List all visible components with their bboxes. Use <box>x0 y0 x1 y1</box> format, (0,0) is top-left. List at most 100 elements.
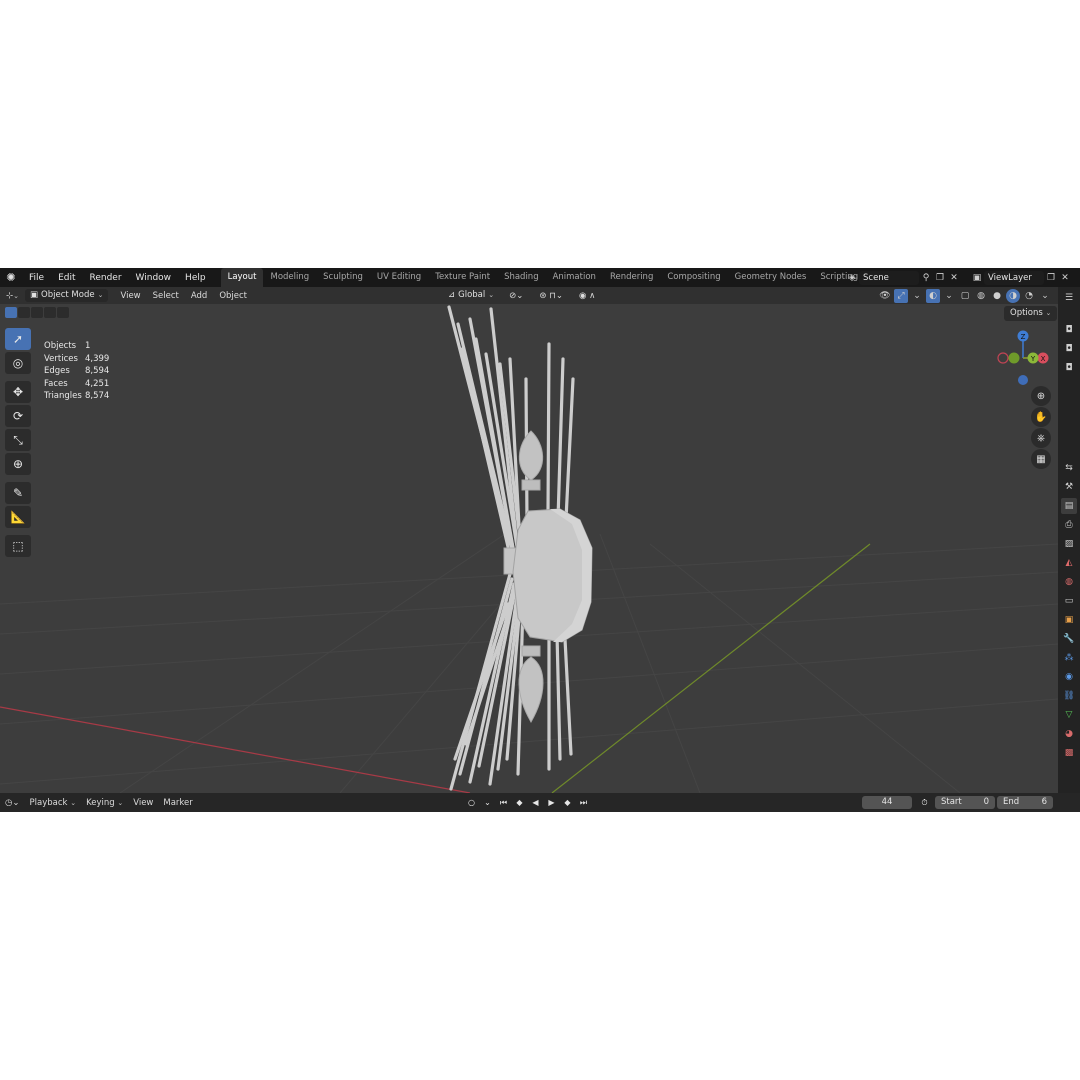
visibility-icon[interactable]: 👁 <box>878 289 892 303</box>
jump-end-icon[interactable]: ⏭ <box>577 796 590 809</box>
orientation-dropdown[interactable]: ⊿ Global ⌄ <box>443 289 499 302</box>
outliner-icon[interactable]: ☰ <box>1061 290 1077 306</box>
solid-shading-icon[interactable]: ● <box>990 289 1004 303</box>
tab-animation[interactable]: Animation <box>546 268 603 287</box>
scene-selector[interactable]: ◈ Scene ⚲ ❐ ✕ <box>845 270 963 285</box>
view-layer-icon[interactable]: ▨ <box>1061 536 1077 552</box>
pivot-icon[interactable]: ⊘⌄ <box>503 291 529 301</box>
select-subtract-icon[interactable] <box>31 307 43 318</box>
camera-icon[interactable]: ◘ <box>1061 341 1077 357</box>
tab-shading[interactable]: Shading <box>497 268 546 287</box>
menu-timeline-view[interactable]: View <box>128 798 158 808</box>
render-properties-icon[interactable]: ▤ <box>1061 498 1077 514</box>
options-dropdown[interactable]: Options ⌄ <box>1004 306 1058 321</box>
perspective-toggle-icon[interactable]: ▦ <box>1031 449 1051 469</box>
constraint-properties-icon[interactable]: ⛓ <box>1061 688 1077 704</box>
menu-marker[interactable]: Marker <box>158 798 197 808</box>
gizmo-toggle-icon[interactable]: ⤢ <box>894 288 908 303</box>
tool-settings-icon[interactable]: ⚒ <box>1061 479 1077 495</box>
current-frame-field[interactable]: 44 <box>862 796 912 809</box>
menu-playback[interactable]: Playback ⌄ <box>25 798 82 808</box>
tab-texture-paint[interactable]: Texture Paint <box>428 268 497 287</box>
annotate-tool-icon[interactable]: ✎ <box>5 482 31 504</box>
tab-compositing[interactable]: Compositing <box>660 268 727 287</box>
scale-tool-icon[interactable]: ⤡ <box>5 429 31 451</box>
menu-help[interactable]: Help <box>178 273 213 283</box>
material-properties-icon[interactable]: ◕ <box>1061 726 1077 742</box>
snap-icon[interactable]: ⊛ ⊓⌄ <box>533 291 569 301</box>
material-shading-icon[interactable]: ◑ <box>1006 288 1020 303</box>
tab-uv-editing[interactable]: UV Editing <box>370 268 428 287</box>
world-properties-icon[interactable]: ◍ <box>1061 574 1077 590</box>
chevron-down-icon[interactable]: ⌄ <box>942 289 956 303</box>
scene-properties-icon[interactable]: ◭ <box>1061 555 1077 571</box>
menu-keying[interactable]: Keying ⌄ <box>81 798 128 808</box>
object-properties-icon[interactable]: ▣ <box>1061 612 1077 628</box>
menu-add[interactable]: Add <box>185 291 213 301</box>
tab-rendering[interactable]: Rendering <box>603 268 660 287</box>
gizmo-neg-y[interactable] <box>1008 352 1020 364</box>
camera-view-icon[interactable]: ⎈ <box>1031 428 1051 448</box>
add-cube-tool-icon[interactable]: ⬚ <box>5 535 31 557</box>
mode-dropdown[interactable]: ▣ Object Mode ⌄ <box>25 289 109 302</box>
xray-icon[interactable]: ▢ <box>958 289 972 303</box>
chevron-down-icon[interactable]: ⌄ <box>910 289 924 303</box>
rotate-tool-icon[interactable]: ⟳ <box>5 405 31 427</box>
tab-geometry-nodes[interactable]: Geometry Nodes <box>728 268 814 287</box>
pin-icon[interactable]: ⚲ <box>919 271 933 285</box>
select-box-tool-icon[interactable]: ➚ <box>5 328 31 350</box>
cursor-tool-icon[interactable]: ◎ <box>5 352 31 374</box>
menu-render[interactable]: Render <box>83 273 129 283</box>
proportional-edit-icon[interactable]: ◉ ∧ <box>573 291 601 301</box>
close-icon[interactable]: ✕ <box>947 271 961 285</box>
3d-viewport[interactable]: Z X Y ➚ ◎ ✥ ⟳ ⤡ ⊕ ✎ 📐 ⬚ Objects 1 Vertic… <box>0 304 1058 793</box>
play-icon[interactable]: ▶ <box>545 796 558 809</box>
menu-window[interactable]: Window <box>129 273 179 283</box>
menu-object[interactable]: Object <box>213 291 253 301</box>
modifier-properties-icon[interactable]: 🔧 <box>1061 631 1077 647</box>
move-tool-icon[interactable]: ✥ <box>5 381 31 403</box>
camera-icon[interactable]: ◘ <box>1061 322 1077 338</box>
transform-tool-icon[interactable]: ⊕ <box>5 453 31 475</box>
select-intersect-icon[interactable] <box>57 307 69 318</box>
wireframe-shading-icon[interactable]: ◍ <box>974 289 988 303</box>
gizmo-neg-z[interactable] <box>1018 375 1028 385</box>
new-scene-icon[interactable]: ❐ <box>933 271 947 285</box>
chevron-down-icon[interactable]: ⌄ <box>481 796 494 809</box>
physics-properties-icon[interactable]: ◉ <box>1061 669 1077 685</box>
gizmo-neg-x[interactable] <box>997 352 1009 364</box>
editor-type-icon[interactable]: ⊹⌄ <box>0 291 25 301</box>
prev-keyframe-icon[interactable]: ◆ <box>513 796 526 809</box>
stopwatch-icon[interactable]: ⏱ <box>918 796 931 809</box>
particle-properties-icon[interactable]: ⁂ <box>1061 650 1077 666</box>
data-properties-icon[interactable]: ▽ <box>1061 707 1077 723</box>
start-frame-field[interactable]: Start 0 <box>935 796 995 809</box>
output-properties-icon[interactable]: ⎙ <box>1061 517 1077 533</box>
chevron-down-icon[interactable]: ⌄ <box>1038 289 1052 303</box>
play-reverse-icon[interactable]: ◀ <box>529 796 542 809</box>
select-extend-icon[interactable] <box>18 307 30 318</box>
menu-select[interactable]: Select <box>147 291 185 301</box>
viewlayer-selector[interactable]: ▣ ViewLayer ❐ ✕ <box>970 270 1078 285</box>
rendered-shading-icon[interactable]: ◔ <box>1022 289 1036 303</box>
collection-properties-icon[interactable]: ▭ <box>1061 593 1077 609</box>
menu-edit[interactable]: Edit <box>51 273 82 283</box>
toggle-sidebar-icon[interactable]: ⇆ <box>1061 460 1077 476</box>
pan-hand-icon[interactable]: ✋ <box>1031 407 1051 427</box>
overlays-icon[interactable]: ◐ <box>926 288 940 303</box>
new-viewlayer-icon[interactable]: ❐ <box>1044 271 1058 285</box>
zoom-icon[interactable]: ⊕ <box>1031 386 1051 406</box>
record-icon[interactable]: ○ <box>465 796 478 809</box>
timeline-editor-icon[interactable]: ◷⌄ <box>0 798 25 808</box>
camera-icon[interactable]: ◘ <box>1061 360 1077 376</box>
navigation-gizmo[interactable]: Z X Y <box>997 330 1049 386</box>
measure-tool-icon[interactable]: 📐 <box>5 506 31 528</box>
close-icon[interactable]: ✕ <box>1058 271 1072 285</box>
tab-sculpting[interactable]: Sculpting <box>316 268 370 287</box>
texture-properties-icon[interactable]: ▩ <box>1061 745 1077 761</box>
menu-view[interactable]: View <box>114 291 146 301</box>
tab-modeling[interactable]: Modeling <box>263 268 316 287</box>
select-new-icon[interactable] <box>5 307 17 318</box>
tab-layout[interactable]: Layout <box>220 268 264 287</box>
end-frame-field[interactable]: End 6 <box>997 796 1053 809</box>
